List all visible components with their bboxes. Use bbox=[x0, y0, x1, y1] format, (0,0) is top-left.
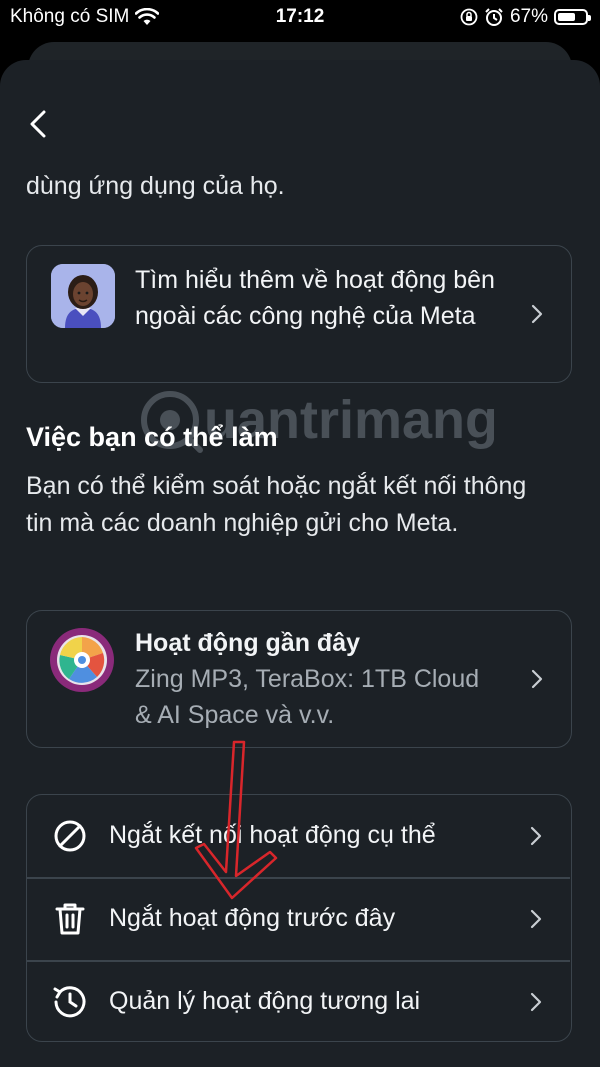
options-list: Ngắt kết nối hoạt động cụ thể Ngắt hoạt … bbox=[26, 794, 572, 1042]
chevron-right-icon bbox=[531, 304, 543, 324]
chevron-right-icon bbox=[530, 909, 542, 929]
option-label: Ngắt kết nối hoạt động cụ thể bbox=[109, 821, 436, 849]
chevron-right-icon bbox=[530, 826, 542, 846]
person-avatar-icon bbox=[51, 264, 115, 328]
clock-history-icon bbox=[53, 986, 86, 1018]
disconnect-specific-activity-row[interactable]: Ngắt kết nối hoạt động cụ thể bbox=[27, 795, 570, 877]
previous-paragraph-tail: dùng ứng dụng của họ. bbox=[26, 172, 285, 200]
block-icon bbox=[54, 820, 86, 852]
disconnect-past-activity-row[interactable]: Ngắt hoạt động trước đây bbox=[27, 878, 570, 960]
recent-activity-apps: Zing MP3, TeraBox: 1TB Cloud & AI Space … bbox=[135, 665, 480, 729]
learn-more-card[interactable]: Tìm hiểu thêm về hoạt động bên ngoài các… bbox=[26, 245, 572, 383]
section-description: Bạn có thể kiểm soát hoặc ngắt kết nối t… bbox=[26, 472, 527, 537]
chevron-right-icon bbox=[531, 669, 543, 689]
alarm-icon bbox=[485, 8, 503, 26]
app-wheel-icon bbox=[50, 628, 114, 692]
manage-future-activity-row[interactable]: Quản lý hoạt động tương lai bbox=[27, 961, 570, 1043]
learn-more-label: Tìm hiểu thêm về hoạt động bên ngoài các… bbox=[135, 266, 495, 330]
chevron-right-icon bbox=[530, 992, 542, 1012]
status-bar: Không có SIM 17:12 67% bbox=[0, 0, 600, 36]
chevron-left-icon[interactable] bbox=[22, 106, 58, 142]
recent-activity-title: Hoạt động gần đây bbox=[135, 629, 360, 657]
option-label: Ngắt hoạt động trước đây bbox=[109, 904, 396, 932]
battery-icon bbox=[554, 9, 591, 25]
battery-level bbox=[558, 13, 575, 21]
recent-activity-card[interactable]: Hoạt động gần đây Zing MP3, TeraBox: 1TB… bbox=[26, 610, 572, 748]
trash-icon bbox=[55, 903, 85, 935]
rotation-lock-icon bbox=[460, 8, 478, 26]
status-right: 67% bbox=[460, 6, 591, 28]
battery-percent: 67% bbox=[509, 6, 548, 27]
option-label: Quản lý hoạt động tương lai bbox=[109, 987, 421, 1015]
activity-sheet: dùng ứng dụng của họ. Tìm hiểu thêm về h… bbox=[0, 60, 600, 1067]
section-title: Việc bạn có thể làm bbox=[26, 422, 278, 452]
